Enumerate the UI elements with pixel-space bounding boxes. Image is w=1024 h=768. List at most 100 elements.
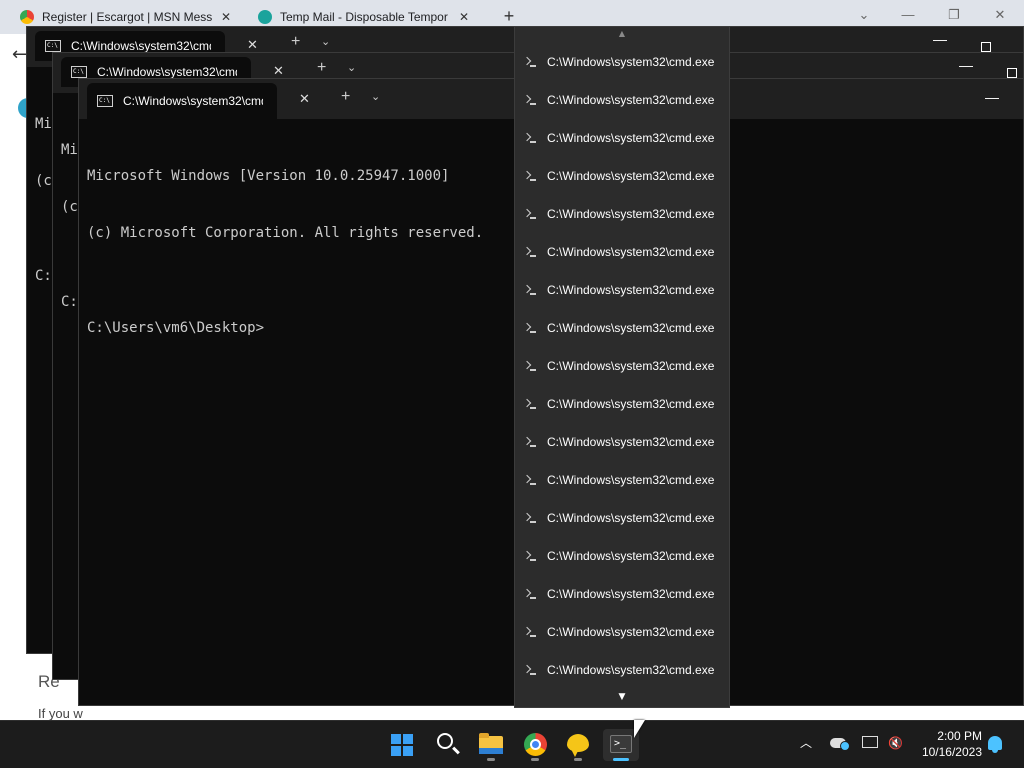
tab-menu-item[interactable]: C:\Windows\system32\cmd.exe <box>515 233 729 271</box>
tempmail-icon <box>258 10 272 24</box>
terminal-icon <box>523 551 537 561</box>
tab-menu-item[interactable]: C:\Windows\system32\cmd.exe <box>515 385 729 423</box>
close-icon[interactable]: ✕ <box>247 37 258 53</box>
tab-menu-item[interactable]: C:\Windows\system32\cmd.exe <box>515 575 729 613</box>
cmd-icon: C:\ <box>45 40 61 52</box>
close-button[interactable]: ✕ <box>990 5 1010 25</box>
running-indicator <box>531 758 539 761</box>
cmd-icon: C:\ <box>97 95 113 107</box>
minimize-button[interactable]: — <box>933 31 947 47</box>
terminal-icon <box>523 437 537 447</box>
maximize-button[interactable] <box>1007 68 1017 78</box>
terminal-icon <box>523 627 537 637</box>
close-icon[interactable]: ✕ <box>273 63 284 79</box>
close-icon[interactable]: ✕ <box>456 10 472 24</box>
network-icon[interactable] <box>862 736 878 748</box>
tab-menu-item-label: C:\Windows\system32\cmd.exe <box>547 473 715 487</box>
tab-overflow-menu: ▲ C:\Windows\system32\cmd.exe C:\Windows\… <box>514 26 730 708</box>
tab-menu-item[interactable]: C:\Windows\system32\cmd.exe <box>515 461 729 499</box>
browser-tab-title: Temp Mail - Disposable Tempor <box>280 10 448 24</box>
tab-menu-list: C:\Windows\system32\cmd.exe C:\Windows\sy… <box>515 43 729 689</box>
tab-menu-item[interactable]: C:\Windows\system32\cmd.exe <box>515 119 729 157</box>
terminal-icon <box>523 171 537 181</box>
close-icon[interactable]: ✕ <box>299 91 310 107</box>
start-icon <box>391 734 413 756</box>
minimize-button[interactable]: — <box>898 5 918 25</box>
tab-menu-item[interactable]: C:\Windows\system32\cmd.exe <box>515 423 729 461</box>
tab-menu-item[interactable]: C:\Windows\system32\cmd.exe <box>515 157 729 195</box>
new-tab-button[interactable]: + <box>500 6 518 26</box>
maximize-button[interactable] <box>981 42 991 52</box>
tab-menu-item-label: C:\Windows\system32\cmd.exe <box>547 549 715 563</box>
taskbar-messenger[interactable] <box>560 729 596 761</box>
chevron-down-icon[interactable]: ⌄ <box>371 90 380 103</box>
tab-search-icon[interactable]: ⌄ <box>854 5 874 25</box>
restore-button[interactable]: ❐ <box>944 5 964 25</box>
tab-menu-item[interactable]: C:\Windows\system32\cmd.exe <box>515 271 729 309</box>
active-indicator <box>613 758 629 761</box>
new-tab-button[interactable]: + <box>317 59 326 77</box>
taskbar-chrome[interactable] <box>517 729 553 761</box>
notification-bell-icon[interactable] <box>988 736 1002 753</box>
terminal-tab-active[interactable]: C:\ C:\Windows\system32\cmd.e <box>87 83 277 119</box>
terminal-icon: >_ <box>610 735 632 753</box>
tab-menu-item[interactable]: C:\Windows\system32\cmd.exe <box>515 309 729 347</box>
clock-time: 2:00 PM <box>937 729 982 743</box>
tab-menu-item-label: C:\Windows\system32\cmd.exe <box>547 397 715 411</box>
console-line: C:\Users\vm6\Desktop> <box>87 320 265 336</box>
mouse-cursor-icon <box>634 720 645 738</box>
taskbar-file-explorer[interactable] <box>473 729 509 761</box>
start-button[interactable] <box>384 729 420 761</box>
new-tab-button[interactable]: + <box>291 33 300 51</box>
minimize-button[interactable]: — <box>985 89 999 105</box>
chrome-icon <box>20 10 34 24</box>
new-tab-button[interactable]: + <box>341 88 350 106</box>
tab-menu-item-label: C:\Windows\system32\cmd.exe <box>547 245 715 259</box>
back-arrow-icon[interactable]: ← <box>12 44 27 65</box>
console-line: (c) Microsoft Corporation. All rights re… <box>87 225 484 241</box>
chevron-down-icon[interactable]: ⌄ <box>347 61 356 74</box>
terminal-tab-title: C:\Windows\system32\cmd.e <box>71 39 211 53</box>
tab-menu-item-label: C:\Windows\system32\cmd.exe <box>547 93 715 107</box>
chevron-down-icon[interactable]: ⌄ <box>321 35 330 48</box>
terminal-icon <box>523 209 537 219</box>
tab-menu-item-label: C:\Windows\system32\cmd.exe <box>547 283 715 297</box>
tab-menu-item[interactable]: C:\Windows\system32\cmd.exe <box>515 537 729 575</box>
close-icon[interactable]: ✕ <box>218 10 234 24</box>
clock-date: 10/16/2023 <box>921 745 982 759</box>
page-text: If you w <box>38 706 83 721</box>
volume-muted-icon[interactable]: 🔇 <box>888 736 904 750</box>
tab-menu-item-label: C:\Windows\system32\cmd.exe <box>547 587 715 601</box>
tab-menu-item[interactable]: C:\Windows\system32\cmd.exe <box>515 347 729 385</box>
tab-menu-item[interactable]: C:\Windows\system32\cmd.exe <box>515 43 729 81</box>
tab-menu-item[interactable]: C:\Windows\system32\cmd.exe <box>515 613 729 651</box>
browser-tab-title: Register | Escargot | MSN Messe <box>42 10 212 24</box>
tab-menu-item-label: C:\Windows\system32\cmd.exe <box>547 663 715 677</box>
messenger-icon <box>567 734 589 757</box>
scroll-up-button[interactable]: ▲ <box>515 27 729 41</box>
terminal-icon <box>523 247 537 257</box>
tab-menu-item[interactable]: C:\Windows\system32\cmd.exe <box>515 81 729 119</box>
scroll-down-button[interactable]: ▼ <box>515 689 729 705</box>
tab-menu-item-label: C:\Windows\system32\cmd.exe <box>547 321 715 335</box>
terminal-icon <box>523 665 537 675</box>
terminal-icon <box>523 323 537 333</box>
minimize-button[interactable]: — <box>959 57 973 73</box>
terminal-icon <box>523 133 537 143</box>
onedrive-icon[interactable] <box>830 738 850 751</box>
tab-menu-item[interactable]: C:\Windows\system32\cmd.exe <box>515 499 729 537</box>
tab-menu-item-label: C:\Windows\system32\cmd.exe <box>547 511 715 525</box>
show-hidden-icons-button[interactable]: ︿ <box>796 733 816 753</box>
running-indicator <box>487 758 495 761</box>
tab-menu-item-label: C:\Windows\system32\cmd.exe <box>547 207 715 221</box>
console-line: Microsoft Windows [Version 10.0.25947.10… <box>87 168 450 184</box>
console-output[interactable]: Microsoft Windows [Version 10.0.25947.10… <box>87 129 483 376</box>
tab-menu-item[interactable]: C:\Windows\system32\cmd.exe <box>515 651 729 689</box>
clock[interactable]: 2:00 PM 10/16/2023 <box>912 728 982 760</box>
tab-menu-item[interactable]: C:\Windows\system32\cmd.exe <box>515 195 729 233</box>
cmd-icon: C:\ <box>71 66 87 78</box>
tab-menu-item-label: C:\Windows\system32\cmd.exe <box>547 169 715 183</box>
running-indicator <box>574 758 582 761</box>
tab-menu-item-label: C:\Windows\system32\cmd.exe <box>547 55 715 69</box>
search-button[interactable] <box>429 729 465 761</box>
